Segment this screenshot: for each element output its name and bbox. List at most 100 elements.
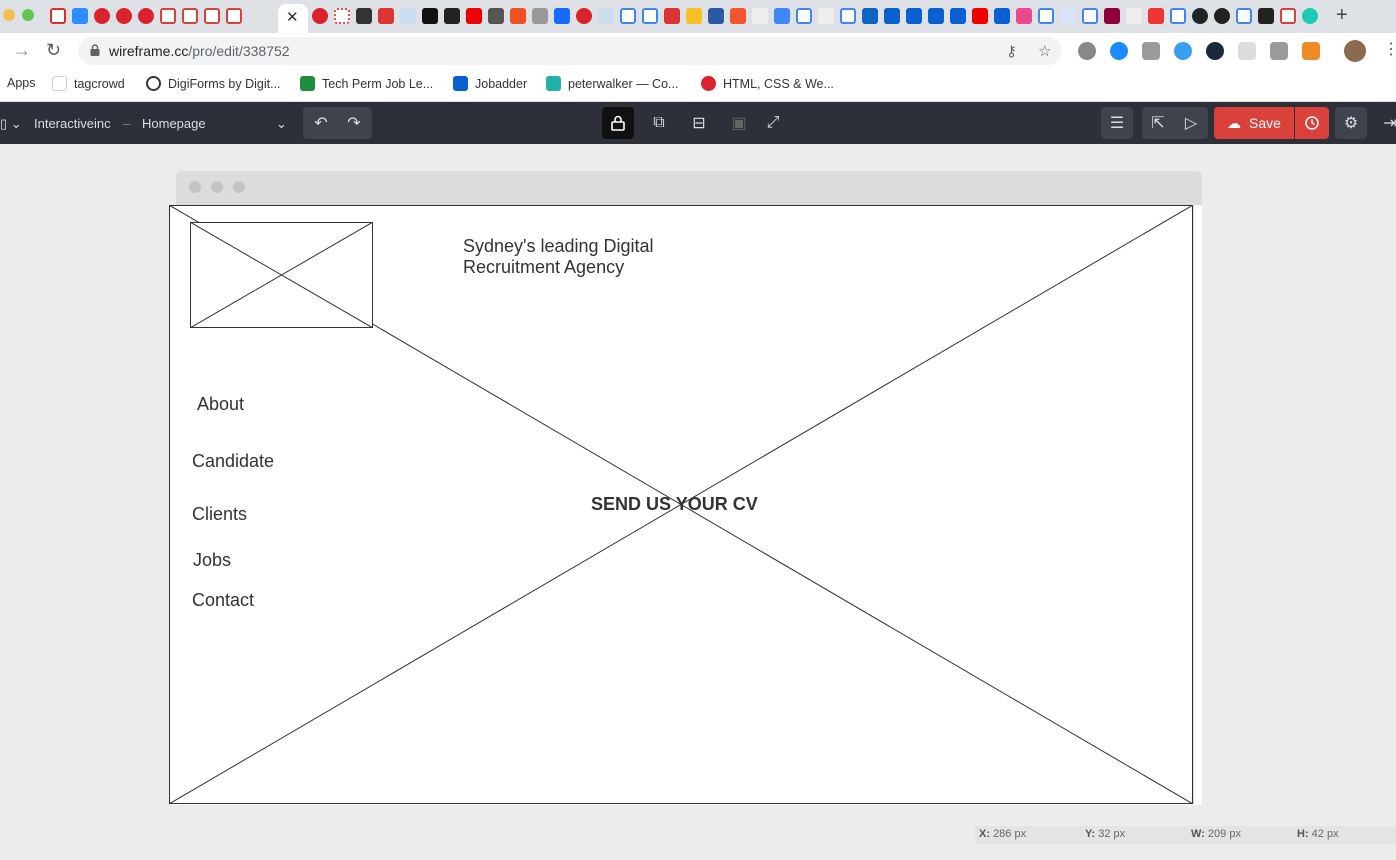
loader-tab-icon[interactable]: [334, 8, 350, 24]
google-tab-icon[interactable]: [620, 8, 636, 24]
tab-icon[interactable]: [378, 8, 394, 24]
nav-link-contact[interactable]: Contact: [192, 590, 254, 611]
zoom-tab-icon[interactable]: [72, 8, 88, 24]
exit-icon[interactable]: ⇥: [1374, 107, 1396, 139]
tab-icon[interactable]: [422, 8, 438, 24]
bookmark-jobadder[interactable]: Jobadder: [453, 76, 527, 91]
extension-icon[interactable]: [1174, 42, 1192, 60]
tab-icon[interactable]: [444, 8, 460, 24]
jobadder-tab-icon[interactable]: [906, 8, 922, 24]
wireframe-tab-icon[interactable]: [1280, 8, 1296, 24]
comments-icon[interactable]: ☰: [1101, 107, 1133, 139]
google-tab-icon[interactable]: [1236, 8, 1252, 24]
play-preview-icon[interactable]: ▷: [1175, 107, 1207, 139]
bookmark-tech-perm[interactable]: Tech Perm Job Le...: [300, 76, 433, 91]
google-tab-icon[interactable]: [642, 8, 658, 24]
youtube-tab-icon[interactable]: [972, 8, 988, 24]
tab-icon[interactable]: [774, 8, 790, 24]
github-tab-icon[interactable]: [1192, 8, 1208, 24]
new-tab-button[interactable]: +: [1336, 4, 1348, 27]
tab-icon[interactable]: [1060, 8, 1076, 24]
nav-link-about[interactable]: About: [197, 394, 244, 415]
minimize-window-button[interactable]: [3, 9, 15, 21]
profile-avatar[interactable]: [1344, 40, 1366, 62]
editor-canvas[interactable]: Sydney's leading Digital Recruitment Age…: [0, 144, 1396, 860]
settings-sliders-icon[interactable]: ⚙: [1335, 107, 1367, 139]
extension-icon[interactable]: [1302, 42, 1320, 60]
address-bar[interactable]: wireframe.cc/pro/edit/338752 ⚷ ☆: [78, 37, 1062, 65]
tab-icon[interactable]: [1126, 8, 1142, 24]
group-icon[interactable]: ▣: [723, 107, 755, 139]
google-tab-icon[interactable]: [840, 8, 856, 24]
gmail-tab-icon[interactable]: [50, 8, 66, 24]
extension-icon[interactable]: [1206, 42, 1224, 60]
undo-icon[interactable]: ↶: [305, 107, 337, 139]
wireframe-tab-icon[interactable]: [226, 8, 242, 24]
ga-tab-icon[interactable]: [116, 8, 132, 24]
elementor-tab-icon[interactable]: [1104, 8, 1120, 24]
ga-tab-icon[interactable]: [312, 8, 328, 24]
tab-icon[interactable]: [1016, 8, 1032, 24]
history-button[interactable]: [1295, 107, 1329, 139]
tab-icon[interactable]: [1258, 8, 1274, 24]
save-button[interactable]: ☁ Save: [1214, 107, 1294, 139]
extension-icon[interactable]: [1110, 42, 1128, 60]
page-dropdown-chevron-icon[interactable]: ⌄: [276, 116, 287, 132]
jobadder-tab-icon[interactable]: [884, 8, 900, 24]
logo-image-placeholder[interactable]: [190, 222, 373, 328]
bookmark-html-css[interactable]: HTML, CSS & We...: [701, 76, 834, 91]
tab-icon[interactable]: [686, 8, 702, 24]
tab-icon[interactable]: [818, 8, 834, 24]
tab-icon[interactable]: [664, 8, 680, 24]
google-tab-icon[interactable]: [1170, 8, 1186, 24]
tab-icon[interactable]: [598, 8, 614, 24]
lock-tool-icon[interactable]: [602, 107, 634, 139]
tab-icon[interactable]: [730, 8, 746, 24]
tab-icon[interactable]: [1302, 8, 1318, 24]
bookmark-peterwalker[interactable]: peterwalker — Co...: [546, 76, 678, 91]
google-tab-icon[interactable]: [1038, 8, 1054, 24]
tab-icon[interactable]: [1148, 8, 1164, 24]
open-external-icon[interactable]: ⇱: [1142, 107, 1174, 139]
extension-icon[interactable]: [1142, 42, 1160, 60]
behance-tab-icon[interactable]: [554, 8, 570, 24]
wireframe-tab-icon[interactable]: [182, 8, 198, 24]
jobadder-tab-icon[interactable]: [950, 8, 966, 24]
bookmark-apps[interactable]: Apps: [7, 76, 36, 90]
youtube-tab-icon[interactable]: [466, 8, 482, 24]
extension-icon[interactable]: [1238, 42, 1256, 60]
github-tab-icon[interactable]: [1214, 8, 1230, 24]
wireframe-tab-icon[interactable]: [204, 8, 220, 24]
tab-icon[interactable]: [488, 8, 504, 24]
close-tab-icon[interactable]: ✕: [286, 8, 299, 26]
ga-tab-icon[interactable]: [138, 8, 154, 24]
headline-text[interactable]: Sydney's leading Digital Recruitment Age…: [463, 236, 703, 278]
bookmark-digiforms[interactable]: DigiForms by Digit...: [146, 76, 281, 91]
tab-icon[interactable]: [752, 8, 768, 24]
nav-link-clients[interactable]: Clients: [192, 504, 247, 525]
google-tab-icon[interactable]: [796, 8, 812, 24]
ga-tab-icon[interactable]: [576, 8, 592, 24]
zoom-window-button[interactable]: [22, 9, 34, 21]
nav-link-jobs[interactable]: Jobs: [193, 550, 231, 571]
apple-tab-icon[interactable]: [532, 8, 548, 24]
page-selector[interactable]: Homepage: [142, 116, 206, 131]
duplicate-icon[interactable]: ⧉: [643, 107, 675, 139]
back-arrow-icon[interactable]: →: [13, 40, 31, 61]
key-icon[interactable]: ⚷: [1006, 42, 1017, 60]
wireframe-tab-icon[interactable]: [160, 8, 176, 24]
tab-icon[interactable]: [708, 8, 724, 24]
jobadder-tab-icon[interactable]: [994, 8, 1010, 24]
reload-icon[interactable]: ↻: [46, 40, 61, 61]
linkedin-tab-icon[interactable]: [862, 8, 878, 24]
sidebar-toggle-icon[interactable]: ▯ ⌄: [0, 116, 22, 132]
ga-tab-icon[interactable]: [94, 8, 110, 24]
redo-icon[interactable]: ↷: [338, 107, 370, 139]
browser-menu-icon[interactable]: ⋮: [1383, 39, 1396, 59]
project-name[interactable]: Interactiveinc: [34, 116, 111, 131]
align-icon[interactable]: ⊟: [683, 107, 715, 139]
microsoft-tab-icon[interactable]: [510, 8, 526, 24]
extension-icon[interactable]: [1078, 42, 1096, 60]
tab-icon[interactable]: [400, 8, 416, 24]
tab-icon[interactable]: [356, 8, 372, 24]
